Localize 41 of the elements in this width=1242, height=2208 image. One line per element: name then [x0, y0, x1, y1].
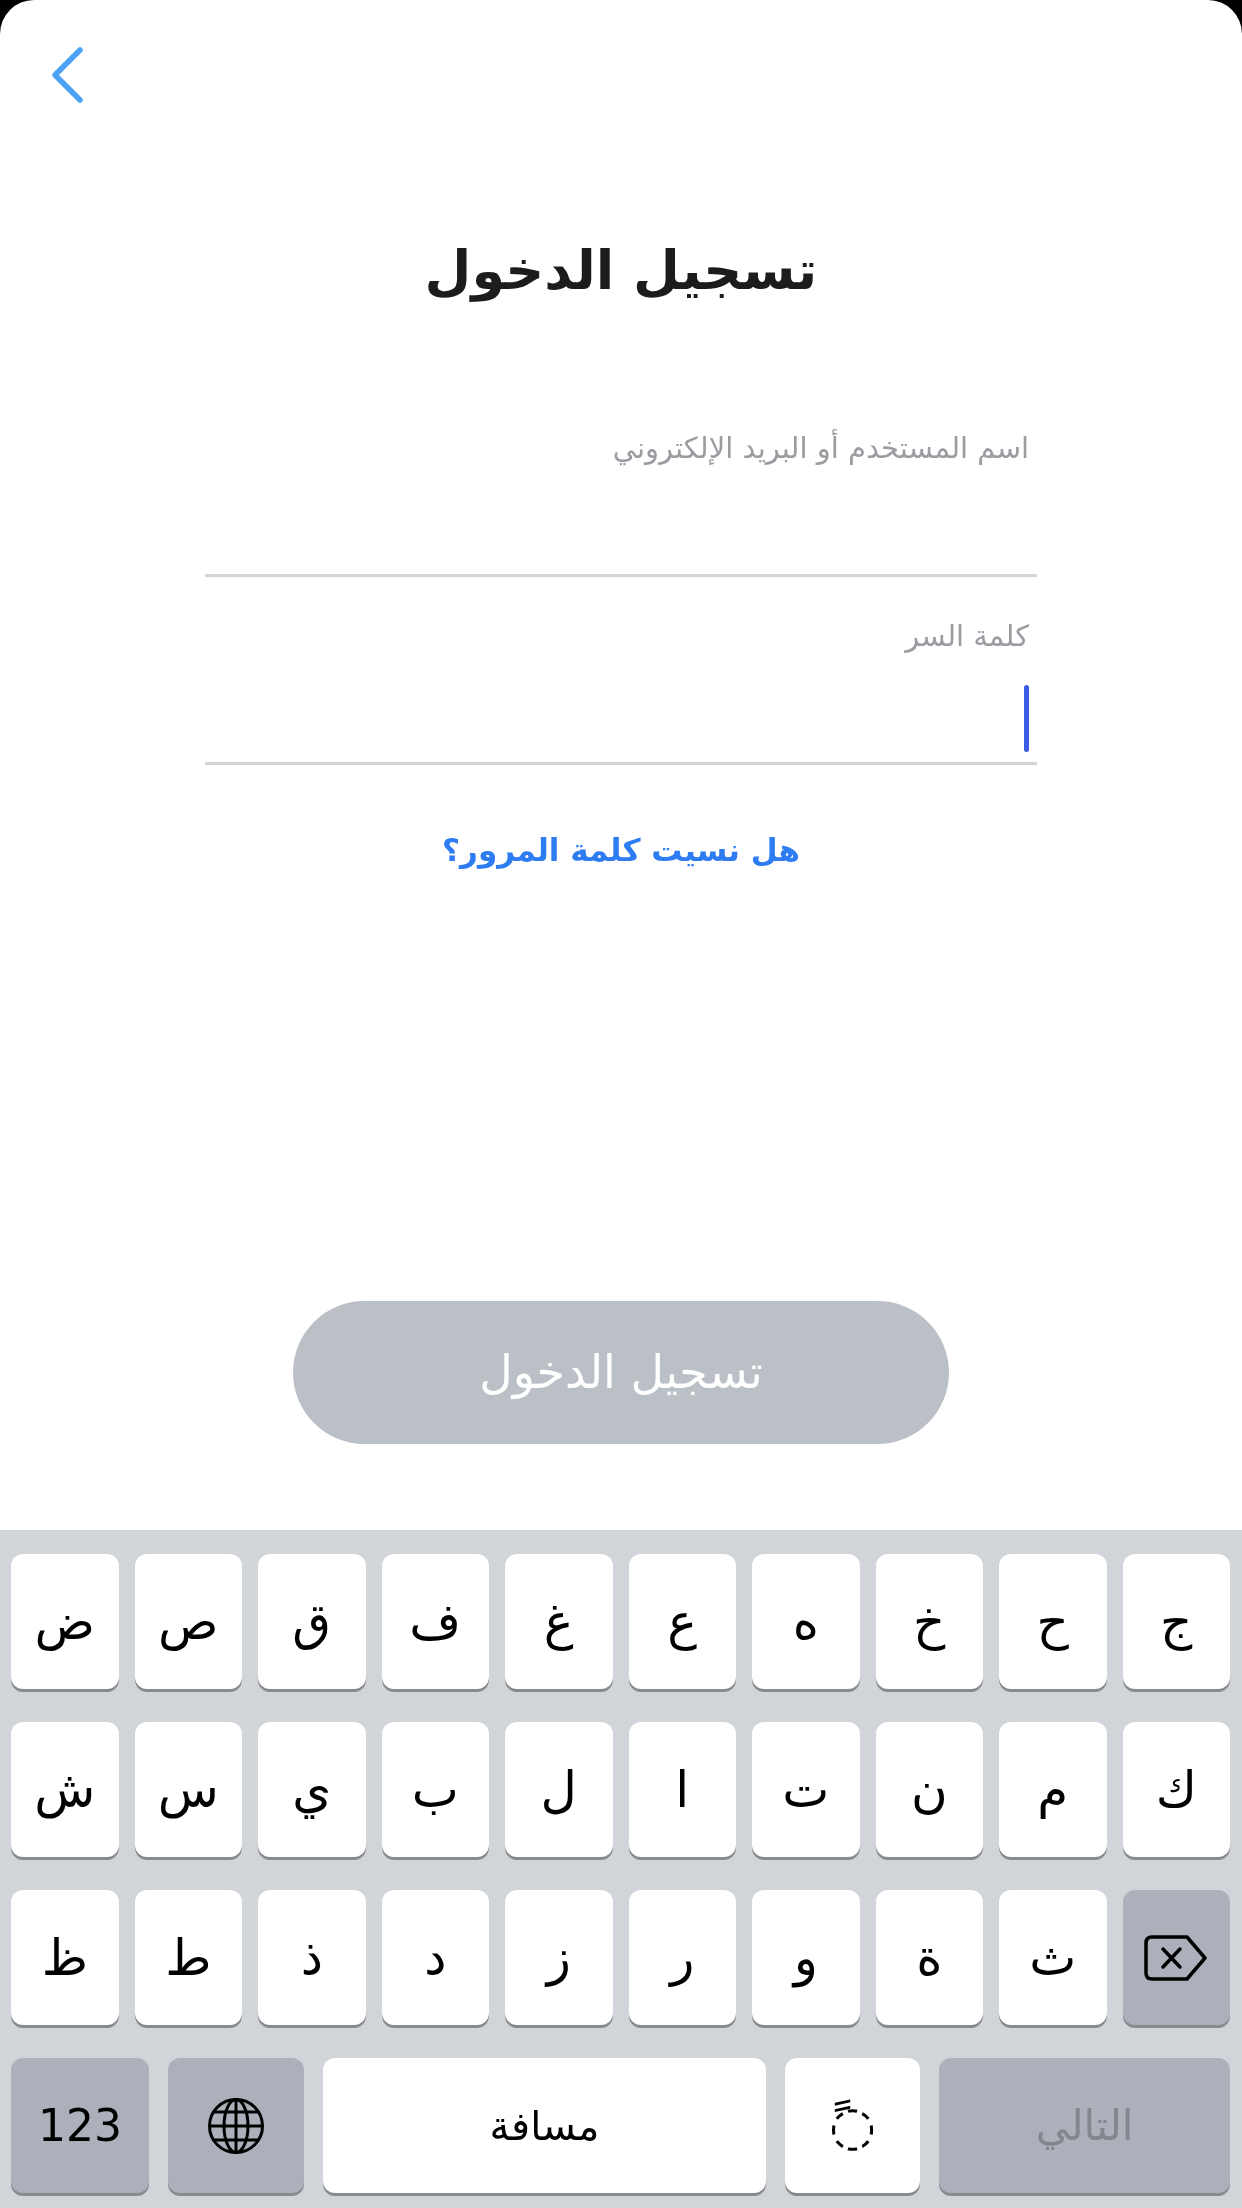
- letter-key[interactable]: ك: [1122, 1722, 1230, 1857]
- screen-title: تسجيل الدخول: [424, 238, 818, 304]
- delete-icon: [1143, 1933, 1210, 1982]
- letter-key[interactable]: ع: [628, 1554, 736, 1689]
- diacritic-key[interactable]: ◌ً: [785, 2058, 920, 2193]
- letter-key[interactable]: ث: [999, 1890, 1107, 2025]
- letter-key[interactable]: ف: [381, 1554, 489, 1689]
- field-label: كلمة السر: [905, 618, 1029, 655]
- letter-key[interactable]: ت: [752, 1722, 860, 1857]
- globe-icon: [207, 2096, 265, 2155]
- letter-key[interactable]: ب: [381, 1722, 489, 1857]
- letter-key[interactable]: ق: [258, 1554, 366, 1689]
- letter-key[interactable]: ه: [752, 1554, 860, 1689]
- letter-key[interactable]: ل: [505, 1722, 613, 1857]
- letter-key[interactable]: ن: [875, 1722, 983, 1857]
- numbers-key[interactable]: 123: [11, 2058, 149, 2193]
- letter-key[interactable]: ذ: [258, 1890, 366, 2025]
- letter-key[interactable]: خ: [875, 1554, 983, 1689]
- letter-key[interactable]: ض: [11, 1554, 119, 1689]
- letter-key[interactable]: ط: [134, 1890, 242, 2025]
- letter-key[interactable]: غ: [505, 1554, 613, 1689]
- letter-key[interactable]: ظ: [11, 1890, 119, 2025]
- globe-key[interactable]: [168, 2058, 304, 2193]
- delete-key[interactable]: [1122, 1890, 1230, 2025]
- letter-key[interactable]: ج: [1122, 1554, 1230, 1689]
- letter-key[interactable]: س: [134, 1722, 242, 1857]
- letter-key[interactable]: ح: [999, 1554, 1107, 1689]
- letter-key[interactable]: م: [999, 1722, 1107, 1857]
- letter-key[interactable]: ي: [258, 1722, 366, 1857]
- letter-key[interactable]: ر: [628, 1890, 736, 2025]
- space-key[interactable]: مسافة: [323, 2058, 766, 2193]
- letter-key[interactable]: ز: [505, 1890, 613, 2025]
- chevron-left-icon: [50, 46, 84, 104]
- letter-key[interactable]: و: [752, 1890, 860, 2025]
- letter-key[interactable]: ص: [134, 1554, 242, 1689]
- field-label: اسم المستخدم أو البريد الإلكتروني: [612, 429, 1029, 468]
- letter-key[interactable]: د: [381, 1890, 489, 2025]
- forgot-password-link[interactable]: هل نسيت كلمة المرور؟: [442, 829, 800, 871]
- letter-key[interactable]: ة: [875, 1890, 983, 2025]
- letter-key[interactable]: ا: [628, 1722, 736, 1857]
- letter-key[interactable]: ش: [11, 1722, 119, 1857]
